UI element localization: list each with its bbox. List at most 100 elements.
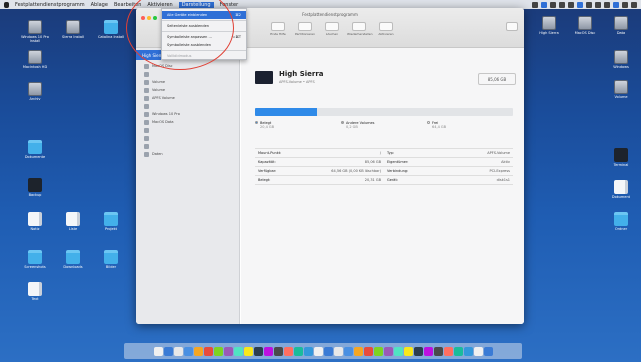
dock-app-icon[interactable] <box>473 346 483 356</box>
status-icon[interactable] <box>613 1 619 8</box>
dock-app-icon[interactable] <box>173 346 183 356</box>
desktop-icon-hdd[interactable]: High Sierra <box>532 16 566 35</box>
dock-app-icon[interactable] <box>223 346 233 356</box>
dock-app-icon[interactable] <box>303 346 313 356</box>
dock-app-icon[interactable] <box>433 346 443 356</box>
dock-app-icon[interactable] <box>153 346 163 356</box>
dock-app-icon[interactable] <box>243 346 253 356</box>
sidebar-item[interactable] <box>136 70 239 78</box>
dock-app-icon[interactable] <box>193 346 203 356</box>
dock-app-icon[interactable] <box>483 346 493 356</box>
dock-app-icon[interactable] <box>263 346 273 356</box>
desktop-icon-folder[interactable]: Ordner <box>604 212 638 231</box>
info-button[interactable] <box>506 22 518 31</box>
dock-app-icon[interactable] <box>453 346 463 356</box>
dock-app-icon[interactable] <box>233 346 243 356</box>
desktop-icon-hdd[interactable]: Macintosh HD <box>18 50 52 69</box>
desktop-icon-dark[interactable]: Backup <box>18 178 52 197</box>
dock-app-icon[interactable] <box>373 346 383 356</box>
dock-app-icon[interactable] <box>403 346 413 356</box>
status-icon[interactable] <box>577 1 583 8</box>
dock-app-icon[interactable] <box>423 346 433 356</box>
dock-app-icon[interactable] <box>313 346 323 356</box>
dock-app-icon[interactable] <box>203 346 213 356</box>
hdd-icon <box>28 50 42 64</box>
hdd-icon <box>28 82 42 96</box>
status-icon[interactable] <box>586 1 592 8</box>
dock-app-icon[interactable] <box>293 346 303 356</box>
status-icon[interactable] <box>604 1 610 8</box>
status-icon[interactable] <box>595 1 601 8</box>
dock-app-icon[interactable] <box>383 346 393 356</box>
toolbar-button[interactable]: Aktivieren <box>374 22 398 36</box>
dock-app-icon[interactable] <box>333 346 343 356</box>
dock-app-icon[interactable] <box>213 346 223 356</box>
desktop-icon-hdd[interactable]: MacOS Disc <box>568 16 602 35</box>
desktop-icon-hdd[interactable]: Windows <box>604 50 638 69</box>
menubar-item[interactable]: Ablage <box>91 2 108 8</box>
desktop-icon-doc[interactable]: Dokument <box>604 180 638 199</box>
toolbar-button-label: Partitionieren <box>294 32 316 36</box>
sidebar-item[interactable]: Windows 10 Pro <box>136 110 239 118</box>
desktop-icon-folder[interactable]: Downloads <box>56 250 90 269</box>
menubar-item[interactable]: Festplattendienstprogramm <box>15 2 85 8</box>
dock-app-icon[interactable] <box>363 346 373 356</box>
desktop-icon-doc[interactable]: Text <box>18 282 52 301</box>
desktop-icon-folder[interactable]: Screenshots <box>18 250 52 269</box>
sidebar-item[interactable]: Volume <box>136 78 239 86</box>
dark-icon <box>28 178 42 192</box>
desktop-icon-hdd[interactable]: Data <box>604 16 638 35</box>
toolbar-button[interactable]: Partitionieren <box>293 22 317 36</box>
apple-icon[interactable] <box>4 1 9 8</box>
dock-app-icon[interactable] <box>183 346 193 356</box>
desktop-icon-hdd[interactable]: Sierra Install <box>56 20 90 39</box>
desktop-icon-folder[interactable]: Bilder <box>94 250 128 269</box>
dock-app-icon[interactable] <box>323 346 333 356</box>
sidebar-item[interactable]: APFS Volume <box>136 94 239 102</box>
hdd-icon <box>66 20 80 34</box>
desktop-icon-hdd[interactable]: Windows 10 Pro Install <box>18 20 52 43</box>
dock-app-icon[interactable] <box>413 346 423 356</box>
status-icon[interactable] <box>541 1 547 8</box>
desktop-icon-label: Ordner <box>614 227 628 231</box>
desktop-icon-label: Archiv <box>29 97 41 101</box>
dock-app-icon[interactable] <box>343 346 353 356</box>
dock-app-icon[interactable] <box>273 346 283 356</box>
toolbar-button[interactable]: Erste Hilfe <box>266 22 290 36</box>
sidebar-item[interactable] <box>136 102 239 110</box>
details-value: 85,06 GB <box>364 160 381 164</box>
status-icon[interactable] <box>631 1 637 8</box>
desktop-icon-hdd[interactable]: Archiv <box>18 82 52 101</box>
drive-icon <box>144 63 149 69</box>
status-icon[interactable] <box>622 1 628 8</box>
desktop-icon-folder[interactable]: Catalina Install <box>94 20 128 39</box>
desktop-icon-hdd[interactable]: Volume <box>604 80 638 99</box>
desktop-icon-dark[interactable]: Terminal <box>604 148 638 167</box>
desktop-icon-folder[interactable]: Dokumente <box>18 140 52 159</box>
dock-app-icon[interactable] <box>443 346 453 356</box>
desktop-icon-folder[interactable]: Projekt <box>94 212 128 231</box>
dock-app-icon[interactable] <box>393 346 403 356</box>
toolbar-button[interactable]: Wiederherstellen <box>347 22 373 36</box>
sidebar-item[interactable] <box>136 126 239 134</box>
doc-icon <box>28 282 42 296</box>
dock-app-icon[interactable] <box>463 346 473 356</box>
dock-app-icon[interactable] <box>253 346 263 356</box>
status-icon[interactable] <box>550 1 556 8</box>
status-icon[interactable] <box>532 1 538 8</box>
toolbar-button[interactable]: Löschen <box>320 22 344 36</box>
desktop-icon-doc[interactable]: Notiz <box>18 212 52 231</box>
dock-app-icon[interactable] <box>353 346 363 356</box>
sidebar-item[interactable] <box>136 142 239 150</box>
desktop-icon-doc[interactable]: Liste <box>56 212 90 231</box>
sidebar-item[interactable]: MacOS Data <box>136 118 239 126</box>
dock-app-icon[interactable] <box>163 346 173 356</box>
toolbar-button-label: Erste Hilfe <box>270 32 286 36</box>
status-icon[interactable] <box>559 1 565 8</box>
status-icon[interactable] <box>568 1 574 8</box>
sidebar-item[interactable]: Volume <box>136 86 239 94</box>
dock-app-icon[interactable] <box>283 346 293 356</box>
desktop-icon-label: High Sierra <box>539 31 559 35</box>
sidebar-item[interactable] <box>136 134 239 142</box>
sidebar-item[interactable]: Daten <box>136 150 239 158</box>
